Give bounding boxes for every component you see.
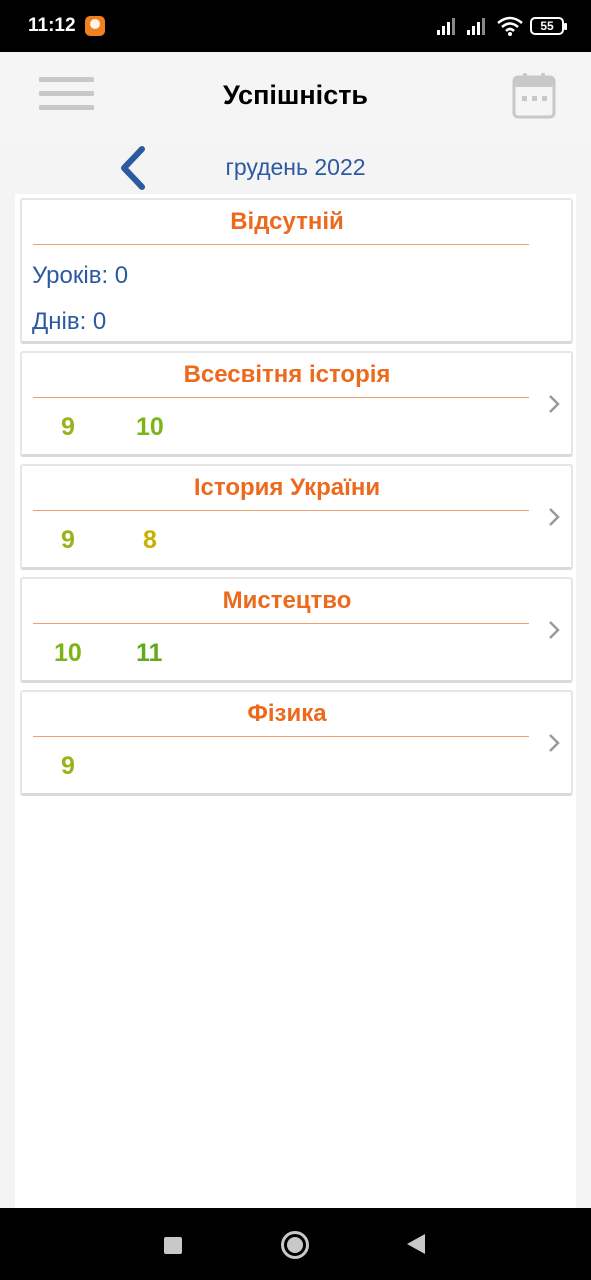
divider [33, 397, 529, 398]
grade: 9 [61, 526, 75, 554]
status-time: 11:12 [28, 15, 76, 36]
signal-strength-2-icon [467, 18, 485, 35]
status-bar: 11:12 55 [0, 0, 591, 52]
absent-days: Днів: 0 [32, 308, 107, 335]
month-navigation: грудень 2022 [0, 142, 591, 194]
absence-card: Відсутній Уроків: 0 Днів: 0 [20, 198, 573, 344]
chevron-right-icon [549, 395, 560, 413]
recent-apps-icon[interactable] [164, 1237, 182, 1254]
grade: 9 [61, 413, 75, 441]
subject-name: Істория України [193, 474, 381, 501]
grade: 10 [54, 639, 82, 667]
battery-icon: 55 [530, 17, 567, 35]
divider [33, 736, 529, 737]
system-navigation-bar [0, 1208, 591, 1280]
divider [33, 623, 529, 624]
grade: 10 [136, 413, 164, 441]
chevron-right-icon [549, 734, 560, 752]
calendar-icon[interactable] [512, 72, 556, 120]
page-title: Успішність [222, 80, 369, 110]
subject-card[interactable]: Фізика 9 [20, 690, 573, 796]
chevron-right-icon [549, 508, 560, 526]
absence-title: Відсутній [230, 208, 344, 235]
back-icon[interactable] [407, 1234, 425, 1254]
performance-list: Відсутній Уроків: 0 Днів: 0 Всесвітня іс… [15, 194, 576, 1208]
month-label: грудень 2022 [225, 154, 366, 180]
divider [33, 510, 529, 511]
grade: 9 [61, 752, 75, 780]
app-notification-icon [85, 16, 105, 36]
wifi-icon [497, 16, 523, 36]
subject-name: Мистецтво [222, 587, 352, 614]
grade: 11 [136, 639, 163, 667]
chevron-right-icon [549, 621, 560, 639]
subject-name: Всесвітня історія [183, 361, 391, 388]
app-header: Успішність [0, 52, 591, 142]
signal-strength-icon [437, 18, 455, 35]
absent-lessons: Уроків: 0 [32, 262, 129, 289]
grade: 8 [143, 526, 157, 554]
subject-name: Фізика [247, 700, 327, 727]
subject-card[interactable]: Істория України 9 8 [20, 464, 573, 570]
subject-card[interactable]: Мистецтво 10 11 [20, 577, 573, 683]
subject-card[interactable]: Всесвітня історія 9 10 [20, 351, 573, 457]
home-icon[interactable] [281, 1231, 309, 1259]
divider [33, 244, 529, 245]
